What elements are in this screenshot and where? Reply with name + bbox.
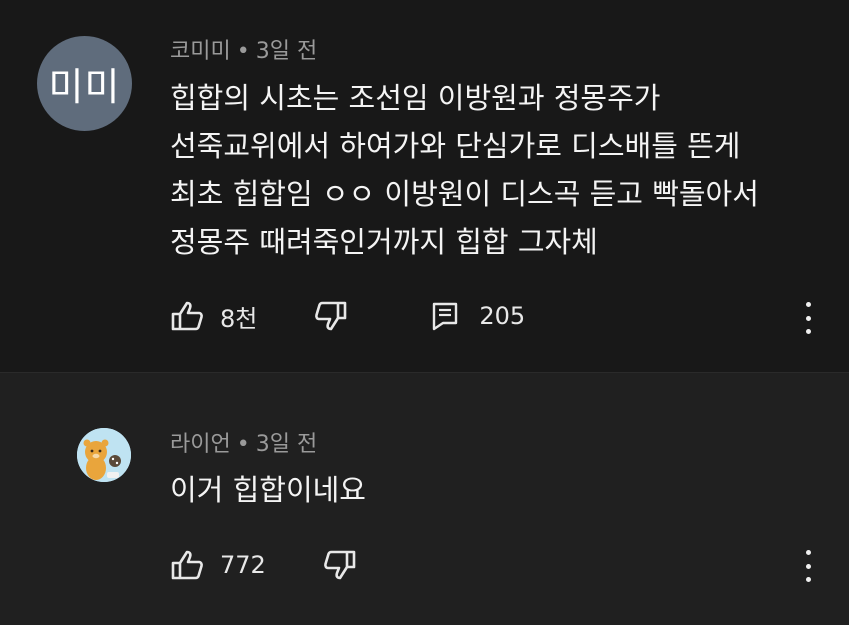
- comment-meta: 라이언 • 3일 전: [170, 426, 317, 458]
- thumb-up-icon: [171, 550, 203, 580]
- separator-dot: •: [236, 39, 250, 64]
- more-vert-icon[interactable]: [802, 302, 814, 334]
- comment-age: 3일 전: [255, 432, 318, 457]
- author-name[interactable]: 코미미: [170, 39, 231, 64]
- dislike-button[interactable]: [321, 549, 357, 581]
- comment-age: 3일 전: [255, 39, 318, 64]
- reply-button[interactable]: 205: [431, 301, 525, 331]
- dislike-button[interactable]: [312, 300, 348, 332]
- separator-dot: •: [236, 432, 250, 457]
- comment-meta: 코미미 • 3일 전: [170, 33, 317, 65]
- comment-icon: [433, 302, 458, 331]
- avatar[interactable]: 미미: [37, 36, 132, 131]
- comment-actions: 772: [170, 545, 357, 585]
- comment-thread: 미미 코미미 • 3일 전 힙합의 시초는 조선임 이방원과 정몽주가 선죽교위에서…: [0, 0, 849, 625]
- comment-actions: 8천 205: [170, 296, 525, 336]
- thumb-up-icon: [171, 301, 203, 331]
- comment-item: [0, 372, 849, 625]
- avatar-initials: 미미: [48, 65, 121, 109]
- comment-text: 이거 힙합이네요: [170, 473, 366, 507]
- comment-text: 힙합의 시초는 조선임 이방원과 정몽주가 선죽교위에서 하여가와 단심가로 디…: [170, 81, 759, 259]
- avatar[interactable]: [77, 428, 131, 482]
- like-button[interactable]: 8천: [170, 299, 257, 334]
- comment-item: 미미 코미미 • 3일 전 힙합의 시초는 조선임 이방원과 정몽주가 선죽교위에서…: [0, 0, 849, 372]
- author-name[interactable]: 라이언: [170, 432, 231, 457]
- lion-character-icon: [77, 428, 131, 482]
- like-button[interactable]: 772: [170, 549, 266, 581]
- more-vert-icon[interactable]: [802, 550, 814, 582]
- thumb-down-icon: [323, 550, 356, 580]
- thumb-down-icon: [315, 301, 347, 331]
- like-count: 772: [220, 551, 266, 579]
- like-count: 8천: [220, 304, 258, 333]
- reply-count: 205: [479, 302, 526, 330]
